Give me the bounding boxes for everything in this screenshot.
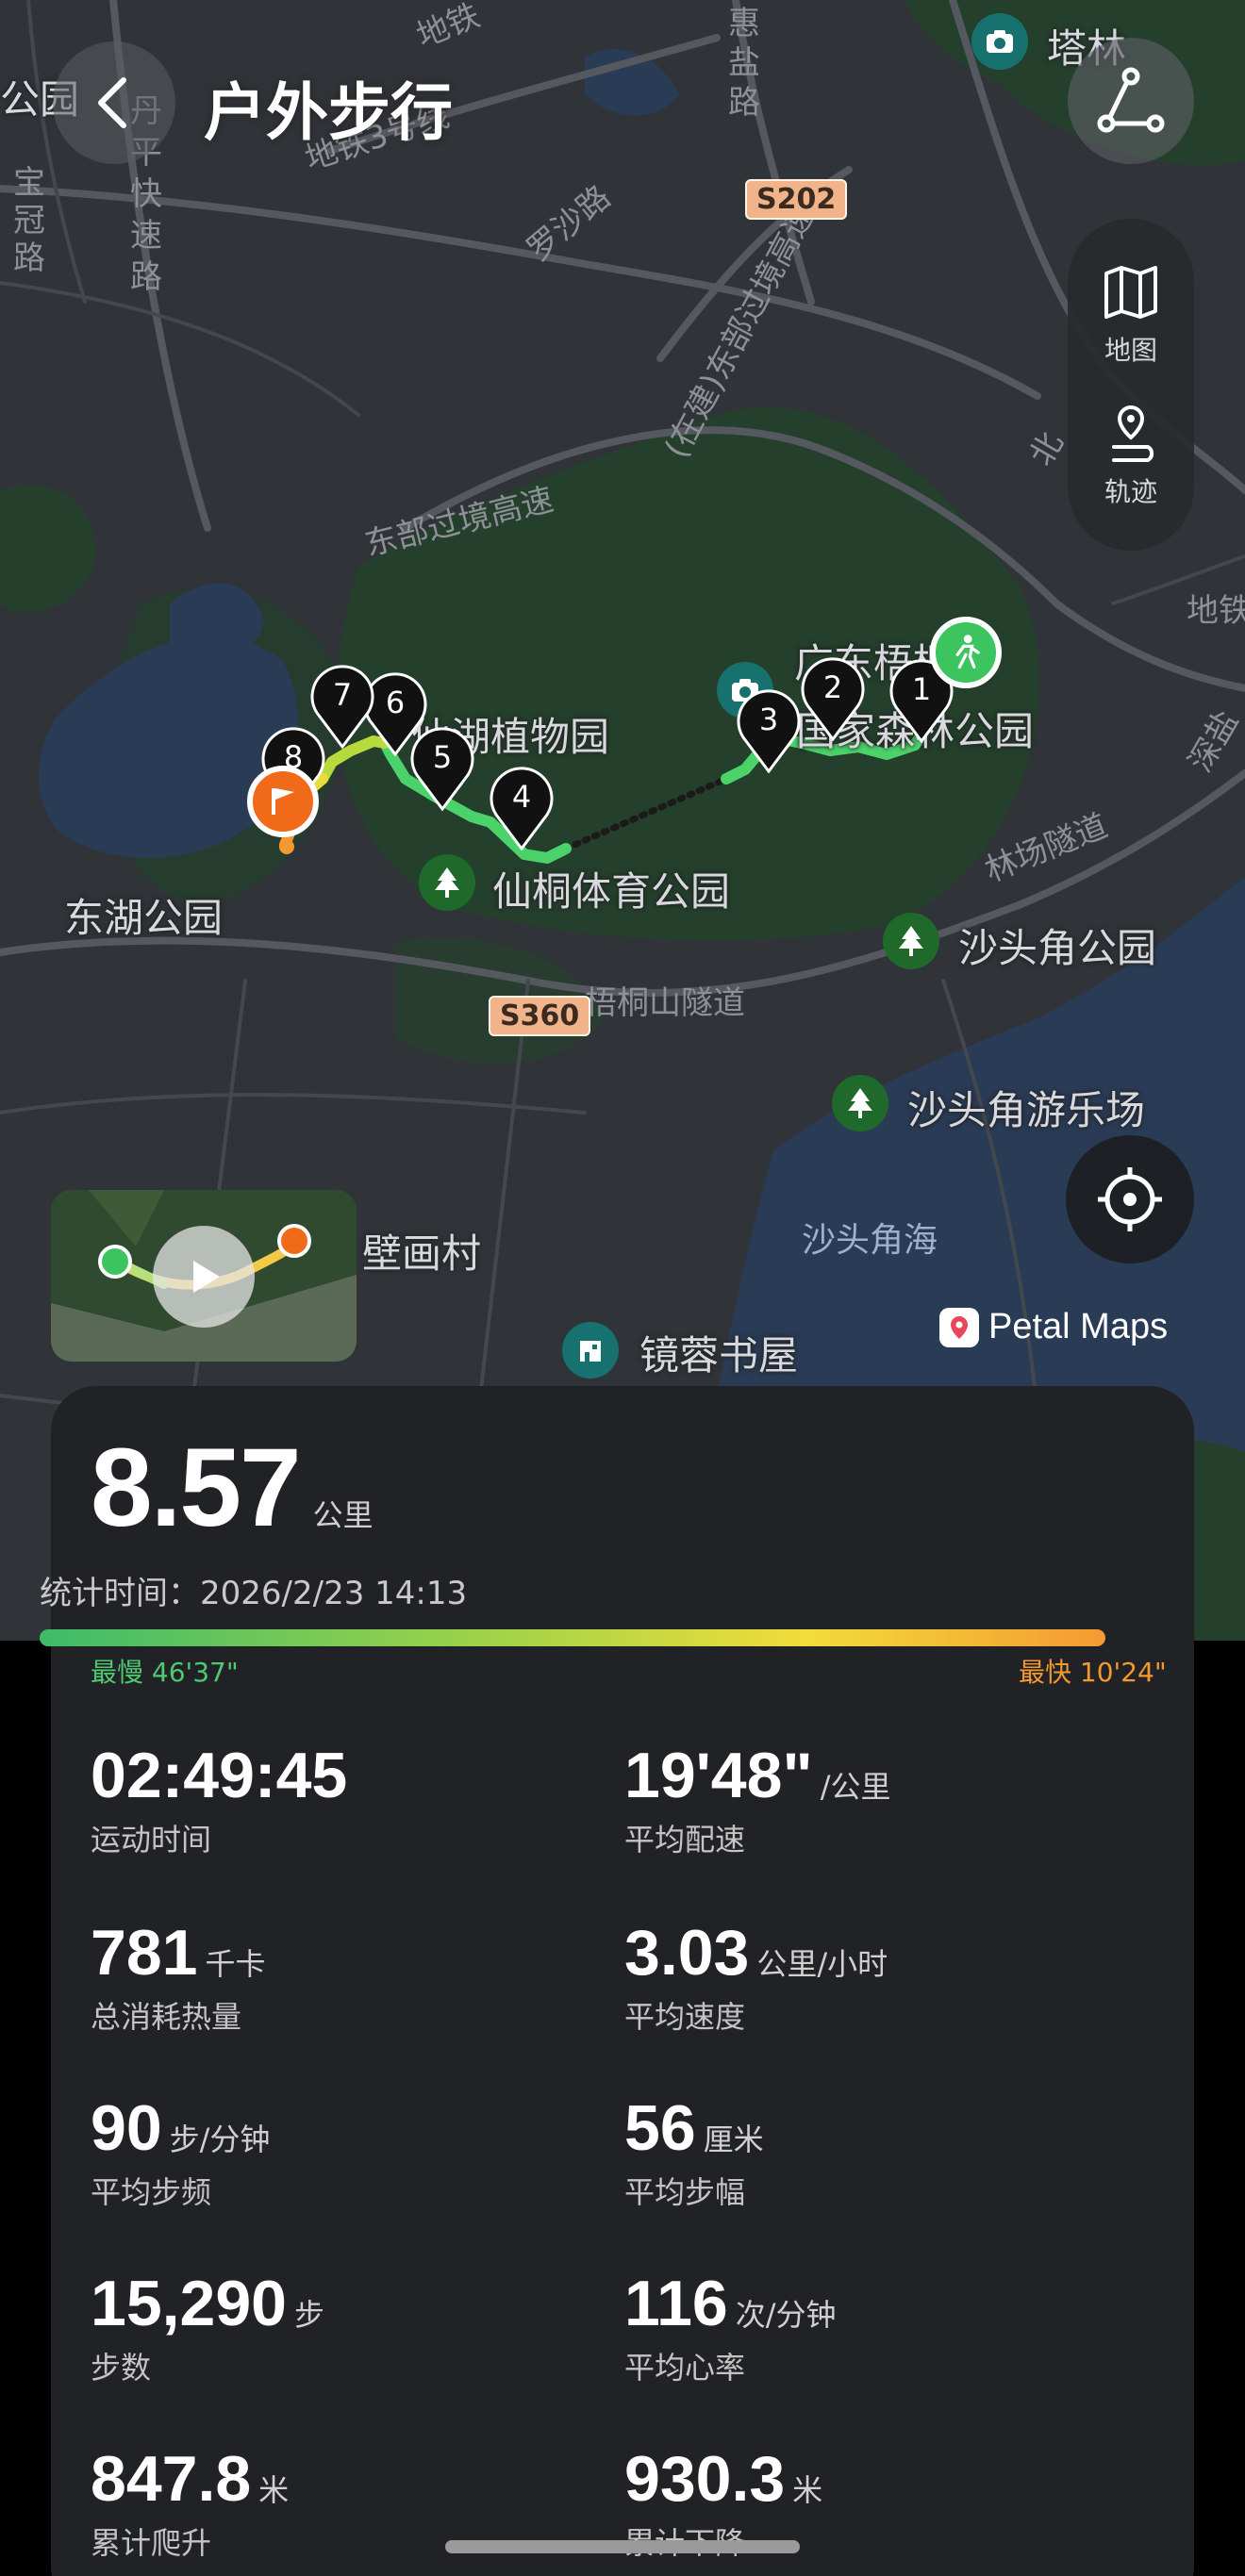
metric-unit: 厘米: [703, 2122, 764, 2157]
metric-value: 930.3: [624, 2443, 786, 2515]
start-marker-icon[interactable]: [930, 617, 1002, 688]
track-mode-button[interactable]: 轨迹: [1068, 404, 1194, 509]
metric-unit: 千卡: [205, 1946, 266, 1982]
metric-stride: 56 厘米平均步幅: [624, 2091, 764, 2212]
map-attribution: Petal Maps: [939, 1307, 1168, 1347]
metric-label: 总消耗热量: [91, 1999, 242, 2035]
metric-cadence: 90 步/分钟平均步频: [91, 2091, 270, 2212]
route-share-button[interactable]: [1068, 38, 1194, 164]
route-icon: [1097, 67, 1165, 133]
metric-value: 847.8: [91, 2443, 252, 2515]
pace-gradient-bar: [40, 1629, 1105, 1646]
highway-shield-s202: S202: [745, 179, 848, 220]
place-jingrong: 镜蓉书屋: [639, 1332, 799, 1379]
metric-label: 平均步频: [91, 2174, 212, 2210]
pace-slowest-label: 最慢 46'37": [91, 1657, 239, 1688]
track-pin-icon: [1112, 405, 1154, 462]
metric-value: 19'48": [624, 1740, 813, 1811]
park-tree-icon: [419, 854, 475, 911]
metric-label: 累计爬升: [91, 2525, 212, 2561]
page-title: 户外步行: [204, 76, 453, 149]
track-mode-label: 轨迹: [1104, 476, 1157, 507]
camera-poi-icon: [971, 13, 1028, 70]
metric-avg-speed: 3.03 公里/小时 平均速度: [624, 1916, 888, 2037]
km-marker-label: 3: [758, 702, 779, 737]
highway-shield-s360: S360: [489, 996, 591, 1036]
distance-display: 8.57 公里: [91, 1424, 374, 1552]
pace-fastest-label: 最快 10'24": [1019, 1657, 1167, 1688]
road-label-huiyan: 惠盐路: [728, 5, 760, 122]
map-icon: [1104, 266, 1157, 319]
metric-duration: 02:49:45 运动时间: [91, 1739, 355, 1859]
metric-ascent: 847.8 米累计爬升: [91, 2442, 289, 2563]
chevron-left-icon: [98, 77, 126, 128]
metric-value: 02:49:45: [91, 1740, 348, 1811]
km-marker[interactable]: 4: [489, 766, 555, 850]
play-button[interactable]: [153, 1226, 255, 1328]
stat-time: 统计时间：2026/2/23 14:13: [40, 1575, 468, 1612]
metric-unit: 米: [258, 2472, 290, 2508]
metric-unit: 米: [792, 2472, 823, 2508]
place-shatoujiao-park: 沙头角公园: [958, 925, 1157, 971]
building-poi-icon: [562, 1322, 619, 1379]
end-flag-marker-icon[interactable]: [247, 766, 319, 837]
map-mode-panel: 地图 轨迹: [1068, 219, 1194, 551]
place-donghu: 东湖公园: [64, 895, 224, 941]
metric-label: 步数: [91, 2350, 152, 2386]
km-marker[interactable]: 2: [800, 656, 866, 741]
distance-value: 8.57: [91, 1426, 302, 1550]
metric-label: 平均心率: [624, 2350, 746, 2386]
park-tree-icon: [832, 1075, 888, 1131]
metric-value: 3.03: [624, 1917, 750, 1989]
attribution-text: Petal Maps: [988, 1307, 1169, 1346]
km-marker[interactable]: 3: [736, 688, 802, 773]
petal-maps-logo-icon: [939, 1307, 979, 1347]
water-shatoujiao-sea: 沙头角海: [802, 1221, 938, 1260]
metric-avg-pace: 19'48"/公里平均配速: [624, 1739, 890, 1859]
distance-unit: 公里: [312, 1497, 374, 1533]
park-tree-icon: [883, 913, 939, 969]
metric-value: 90: [91, 2092, 162, 2164]
map-mode-label: 地图: [1104, 335, 1157, 366]
metric-label: 运动时间: [91, 1822, 212, 1858]
metric-unit: /公里: [820, 1769, 891, 1805]
metric-steps: 15,290 步步数: [91, 2267, 324, 2387]
metric-label: 平均步幅: [624, 2174, 746, 2210]
map-mode-button[interactable]: 地图: [1068, 262, 1194, 368]
metric-value: 56: [624, 2092, 696, 2164]
place-xiantong: 仙桐体育公园: [492, 868, 731, 915]
road-label-baoguan: 宝冠路: [13, 164, 45, 277]
track-replay-thumbnail[interactable]: [51, 1190, 357, 1362]
km-marker-label: 4: [511, 779, 532, 815]
crosshair-icon: [1098, 1167, 1162, 1231]
locate-button[interactable]: [1066, 1135, 1194, 1263]
km-marker-label: 7: [332, 677, 353, 713]
road-label-wutong-tunnel: 梧桐山隧道: [585, 984, 745, 1022]
metric-calories: 781 千卡总消耗热量: [91, 1916, 265, 2037]
metric-value: 116: [624, 2268, 728, 2339]
metric-value: 15,290: [91, 2268, 287, 2339]
metric-label: 平均配速: [624, 1822, 746, 1858]
metric-unit: 次/分钟: [735, 2297, 837, 2333]
metric-unit: 公里/小时: [756, 1946, 888, 1982]
road-label-metro-right: 地铁: [1187, 592, 1245, 630]
play-icon: [193, 1261, 220, 1293]
back-button[interactable]: [53, 41, 175, 164]
metric-label: 平均速度: [624, 1999, 746, 2035]
metric-heart-rate: 116 次/分钟平均心率: [624, 2267, 837, 2387]
metric-unit: 步: [293, 2297, 324, 2333]
km-marker-label: 2: [822, 669, 843, 705]
metric-unit: 步/分钟: [169, 2122, 271, 2157]
place-bihua: 壁画村: [362, 1230, 482, 1277]
metric-value: 781: [91, 1917, 198, 1989]
place-shatoujiao-amuse: 沙头角游乐场: [907, 1087, 1146, 1133]
home-indicator[interactable]: [445, 2540, 800, 2553]
